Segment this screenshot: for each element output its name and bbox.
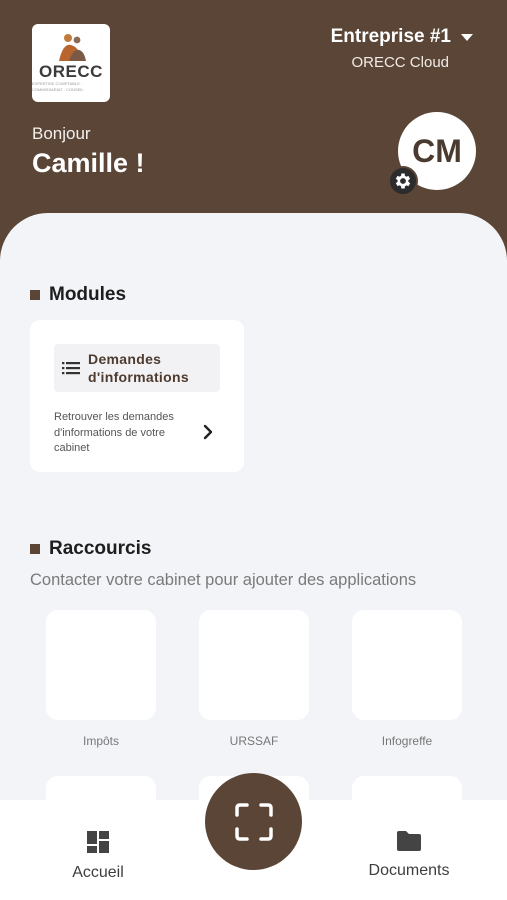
modules-title: Modules (49, 284, 127, 305)
scan-icon[interactable] (234, 802, 273, 841)
module-card-header[interactable]: Demandes d'informations (54, 344, 220, 392)
nav-label-accueil[interactable]: Accueil (72, 864, 124, 882)
section-marker (30, 544, 40, 554)
shortcut-label-urssaf: URSSAF (229, 734, 279, 748)
nav-item-documents[interactable]: Documents (349, 830, 469, 880)
logo-subtext: EXPERTISE COMPTABLE · COMMISSARIAT · CON… (32, 81, 84, 92)
logo-text: ORECC (39, 62, 103, 81)
shortcuts-section-title: Raccourcis (30, 538, 151, 560)
module-card-demandes[interactable]: Demandes d'informations Retrouver les de… (30, 320, 244, 472)
caret-down-icon[interactable] (461, 33, 473, 41)
module-card-label[interactable]: Demandes d'informations (88, 350, 220, 386)
folder-icon[interactable] (396, 830, 422, 852)
nav-item-accueil[interactable]: Accueil (38, 830, 158, 882)
scan-button[interactable] (205, 773, 302, 870)
shortcut-tile-urssaf[interactable] (199, 610, 309, 720)
greeting-hello: Bonjour (32, 124, 91, 143)
orecc-logo: ORECC EXPERTISE COMPTABLE · COMMISSARIAT… (32, 24, 110, 102)
logo-figures-icon (59, 34, 86, 61)
shortcut-tile-impots[interactable] (46, 610, 156, 720)
dashboard-icon[interactable] (86, 830, 110, 854)
nav-label-documents[interactable]: Documents (369, 862, 450, 880)
modules-section-title: Modules (30, 284, 126, 306)
greeting-name: Camille ! (32, 148, 145, 178)
shortcut-tile-infogreffe[interactable] (352, 610, 462, 720)
section-marker (30, 290, 40, 300)
gear-icon[interactable] (388, 166, 418, 196)
greeting: Bonjour Camille ! (32, 124, 145, 179)
chevron-right-icon[interactable] (202, 424, 214, 440)
company-subtitle: ORECC Cloud (351, 54, 449, 71)
list-icon (54, 361, 88, 375)
company-selector[interactable]: Entreprise #1 ORECC Cloud (331, 26, 473, 71)
shortcuts-title: Raccourcis (49, 538, 152, 559)
shortcut-label-infogreffe: Infogreffe (381, 734, 433, 748)
shortcut-label-impots: Impôts (82, 734, 119, 748)
module-card-description: Retrouver les demandes d'informations de… (54, 411, 174, 454)
shortcuts-note: Contacter votre cabinet pour ajouter des… (30, 571, 417, 589)
company-name[interactable]: Entreprise #1 (331, 26, 451, 48)
